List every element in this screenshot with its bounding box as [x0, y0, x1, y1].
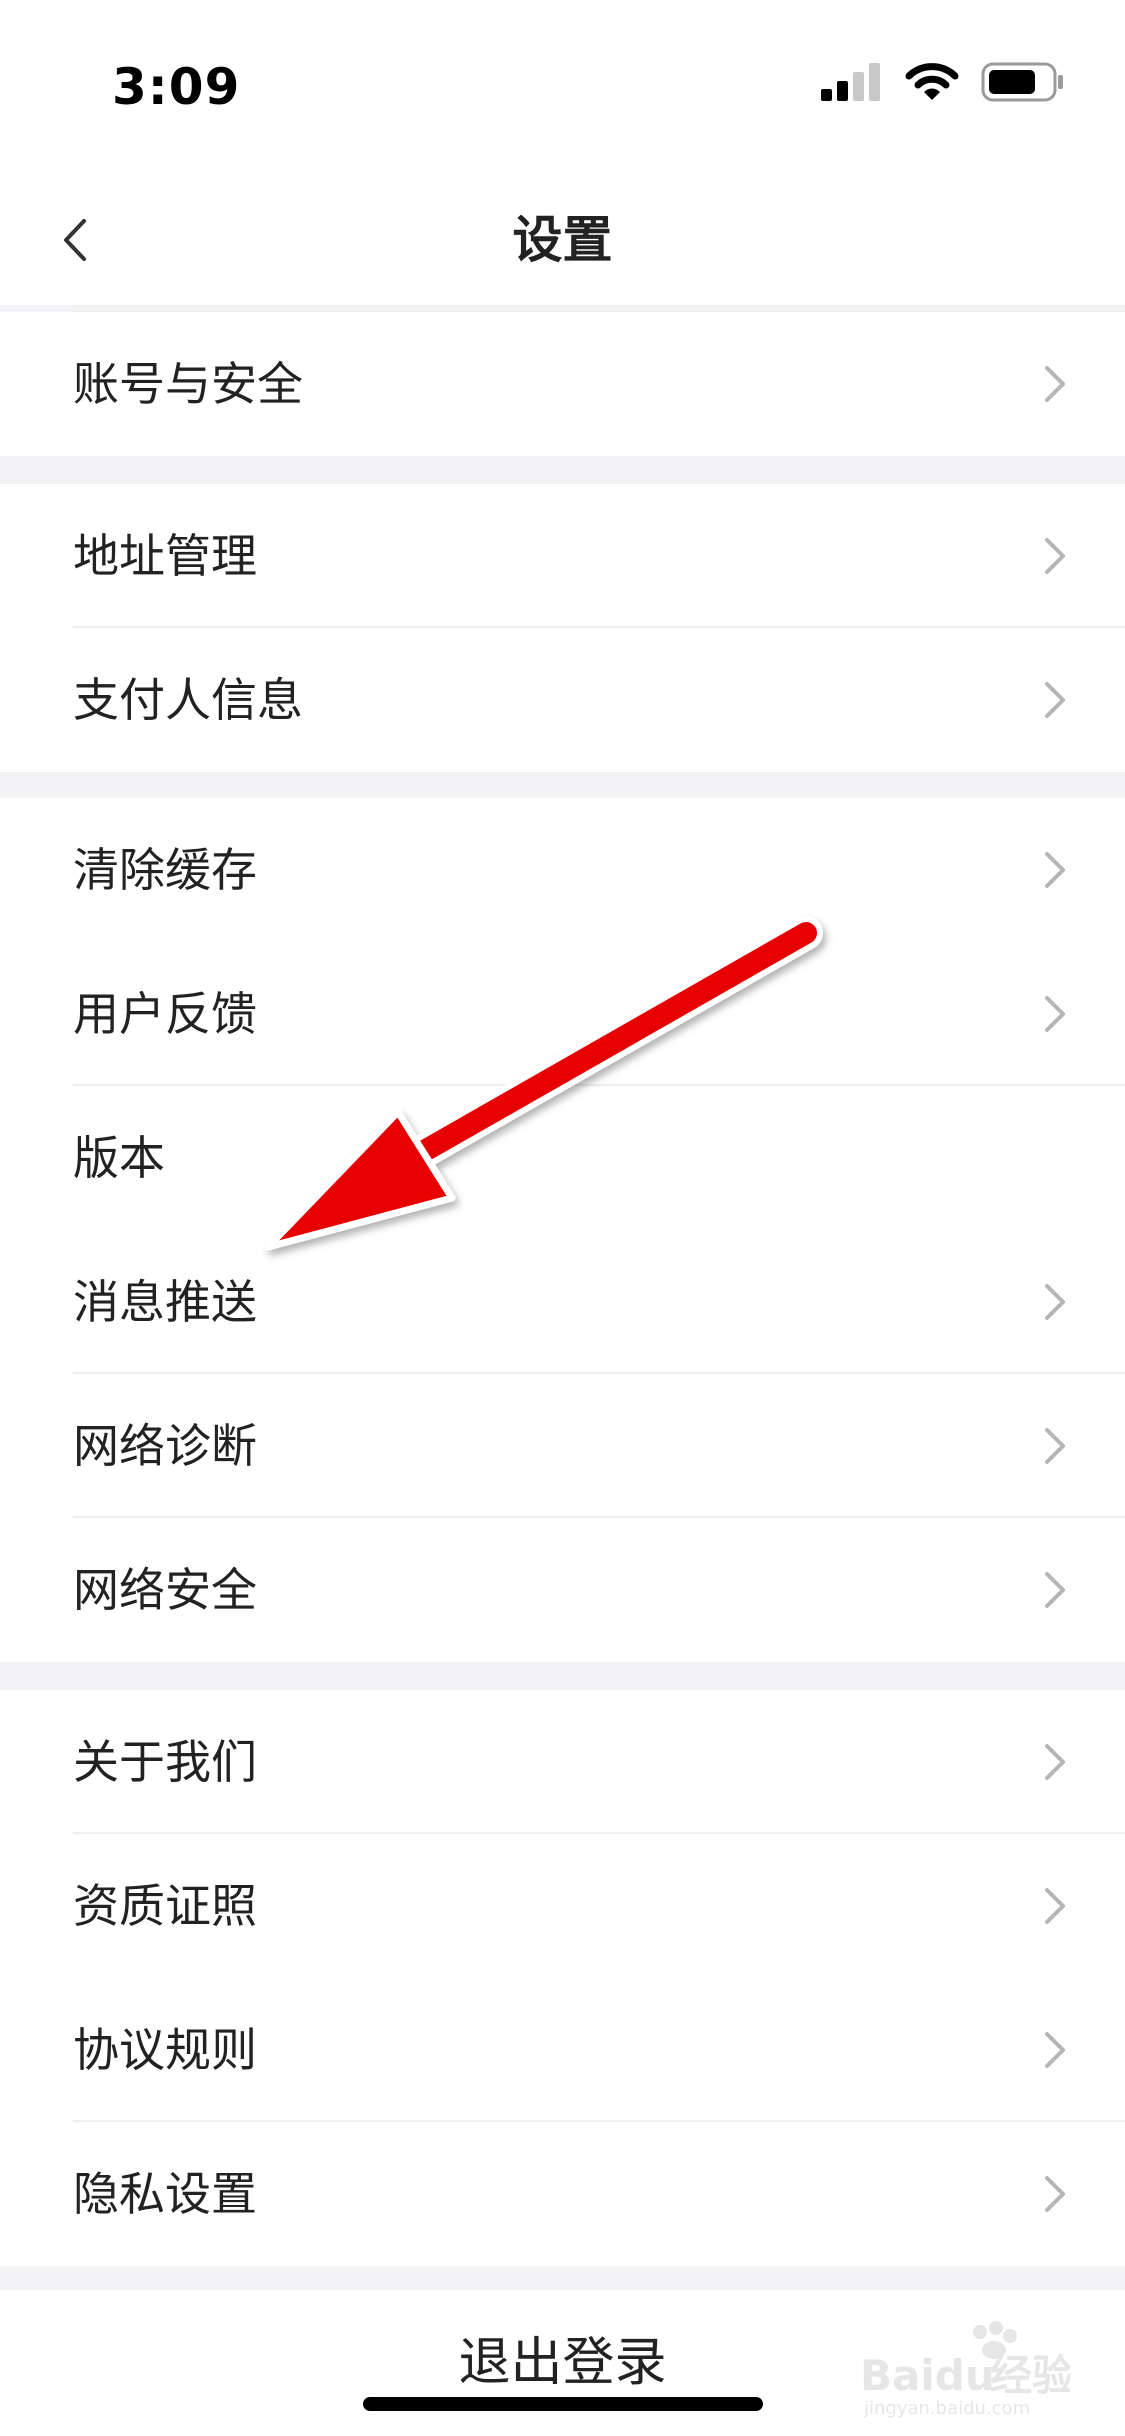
settings-item-clear-cache[interactable]: 清除缓存: [0, 798, 1125, 942]
chevron-right-icon: [1045, 682, 1065, 718]
settings-item-label: 网络安全: [73, 1563, 257, 1617]
settings-item-label: 用户反馈: [73, 987, 257, 1041]
settings-item-label: 账号与安全: [73, 357, 303, 411]
chevron-right-icon: [1045, 538, 1065, 574]
settings-item-label: 关于我们: [73, 1735, 257, 1789]
divider: [73, 305, 1125, 307]
chevron-right-icon: [1045, 852, 1065, 888]
status-icons: [821, 62, 1065, 102]
home-indicator[interactable]: [363, 2397, 763, 2411]
settings-item-account-security[interactable]: 账号与安全: [0, 312, 1125, 456]
chevron-right-icon: [1045, 366, 1065, 402]
settings-item-qualifications[interactable]: 资质证照: [0, 1834, 1125, 1978]
settings-item-agreement-rules[interactable]: 协议规则: [0, 1978, 1125, 2122]
settings-item-label: 协议规则: [73, 2023, 257, 2077]
settings-group-account: 账号与安全: [0, 312, 1125, 456]
settings-item-label: 支付人信息: [73, 673, 303, 727]
settings-item-version[interactable]: 版本: [0, 1086, 1125, 1230]
battery-icon: [981, 62, 1063, 102]
back-button[interactable]: [45, 205, 105, 275]
settings-item-label: 清除缓存: [73, 843, 257, 897]
settings-item-label: 网络诊断: [73, 1419, 257, 1473]
settings-group-address: 地址管理 支付人信息: [0, 484, 1125, 772]
status-bar: 3:09: [0, 0, 1125, 175]
cellular-signal-icon: [821, 63, 880, 101]
baidu-jingyan-watermark: Baidu 经验 jingyan.baidu.com: [860, 2321, 1070, 2419]
chevron-right-icon: [1045, 1428, 1065, 1464]
settings-item-label: 消息推送: [73, 1275, 257, 1329]
settings-group-about: 关于我们 资质证照 协议规则 隐私设置: [0, 1690, 1125, 2266]
settings-item-network-security[interactable]: 网络安全: [0, 1518, 1125, 1662]
wifi-icon: [905, 63, 959, 100]
settings-item-privacy-settings[interactable]: 隐私设置: [0, 2122, 1125, 2266]
watermark-brand: Baidu: [860, 2351, 995, 2400]
settings-item-label: 地址管理: [73, 529, 257, 583]
settings-item-network-diagnosis[interactable]: 网络诊断: [0, 1374, 1125, 1518]
watermark-url: jingyan.baidu.com: [863, 2398, 1030, 2419]
settings-item-address-management[interactable]: 地址管理: [0, 484, 1125, 628]
settings-item-label: 版本: [73, 1131, 165, 1185]
status-time: 3:09: [112, 58, 241, 116]
chevron-right-icon: [1045, 1888, 1065, 1924]
chevron-left-icon: [64, 219, 86, 261]
settings-item-payer-info[interactable]: 支付人信息: [0, 628, 1125, 772]
chevron-right-icon: [1045, 1744, 1065, 1780]
settings-item-user-feedback[interactable]: 用户反馈: [0, 942, 1125, 1086]
chevron-right-icon: [1045, 1572, 1065, 1608]
chevron-right-icon: [1045, 2032, 1065, 2068]
nav-bar: 设置: [0, 175, 1125, 305]
settings-item-label: 资质证照: [73, 1879, 257, 1933]
page-title: 设置: [512, 211, 613, 269]
chevron-right-icon: [1045, 1284, 1065, 1320]
settings-group-app: 清除缓存 用户反馈 版本 消息推送 网络诊断 网络安全: [0, 798, 1125, 1662]
settings-item-label: 隐私设置: [73, 2167, 257, 2221]
chevron-right-icon: [1045, 2176, 1065, 2212]
settings-item-push-notifications[interactable]: 消息推送: [0, 1230, 1125, 1374]
chevron-right-icon: [1045, 996, 1065, 1032]
settings-item-about-us[interactable]: 关于我们: [0, 1690, 1125, 1834]
watermark-brand-cn: 经验: [990, 2351, 1070, 2400]
